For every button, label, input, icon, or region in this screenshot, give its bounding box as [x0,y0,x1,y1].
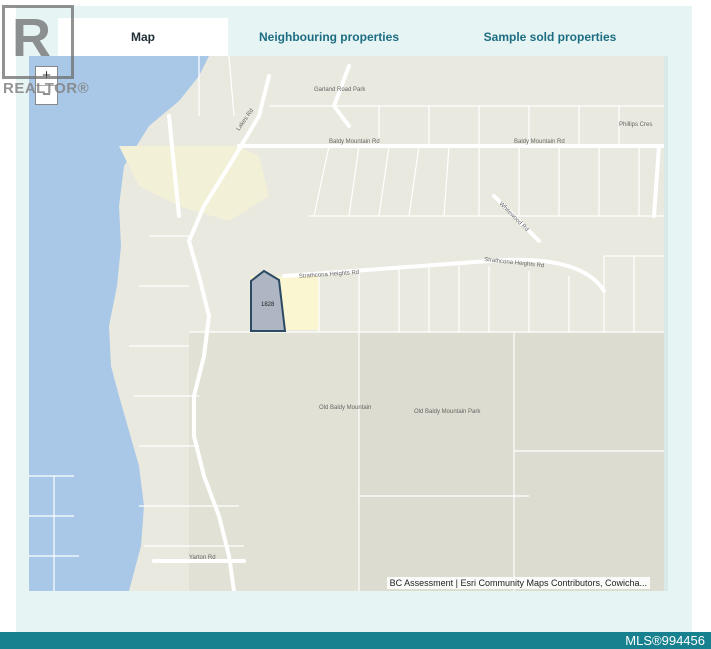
old-baldy-park-area [359,332,664,591]
tab-sample-sold-properties[interactable]: Sample sold properties [430,18,670,56]
lot-number-label: 1828 [261,302,275,308]
old-baldy-park-label: Old Baldy Mountain Park [414,409,481,415]
baldy-mountain-road-label-2: Baldy Mountain Rd [514,139,565,145]
map-canvas: 1828 Garland Road Park Baldy Mountain Rd… [29,56,664,591]
mls-number: MLS®994456 [625,633,705,648]
map-scrollbar[interactable] [664,56,668,591]
yarton-road-label: Yarton Rd [189,555,216,561]
subject-lot[interactable] [250,269,287,332]
phillips-cres-label: Phillips Cres [619,122,652,128]
realtor-logo-letter: R [12,8,51,68]
mountain-area [189,332,359,591]
map-attribution: BC Assessment | Esri Community Maps Cont… [386,577,650,589]
tab-neighbouring-properties[interactable]: Neighbouring properties [228,18,430,56]
garland-park-label: Garland Road Park [314,87,366,93]
property-tabs: Map Neighbouring properties Sample sold … [58,18,670,56]
old-baldy-mountain-label: Old Baldy Mountain [319,405,371,411]
baldy-mountain-road-label: Baldy Mountain Rd [329,139,380,145]
realtor-logo: R REALTOR® [0,0,90,100]
footer-bar: MLS®994456 [0,632,711,649]
realtor-logo-word: REALTOR® [3,80,90,97]
map-view[interactable]: 1828 Garland Road Park Baldy Mountain Rd… [29,56,664,591]
